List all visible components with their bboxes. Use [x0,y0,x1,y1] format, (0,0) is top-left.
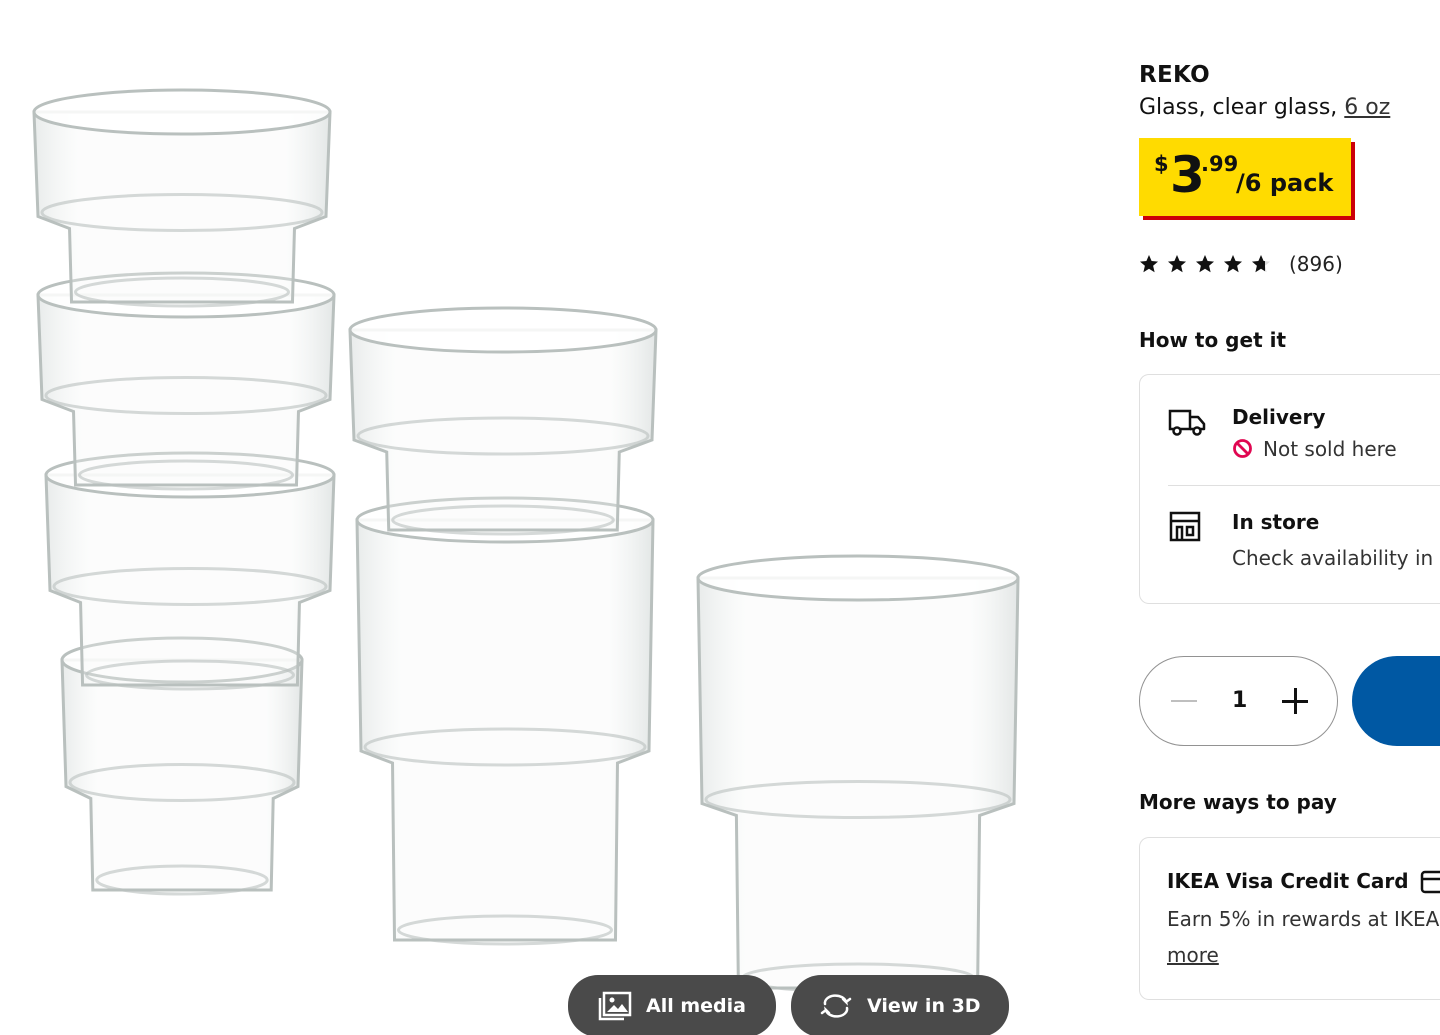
price-unit: /6 pack [1236,169,1334,197]
divider [1168,485,1440,486]
product-info-panel: REKO Glass, clear glass, 6 oz $ 3 .99 /6… [1139,0,1440,1035]
how-to-get-title: How to get it [1139,328,1287,352]
price-decimal: .99 [1201,152,1239,176]
product-description: Glass, clear glass, 6 oz [1139,95,1390,120]
delivery-title: Delivery [1232,405,1326,429]
all-media-button[interactable]: All media [568,975,776,1035]
view-3d-label: View in 3D [867,995,981,1017]
gallery-icon [598,991,632,1021]
in-store-title: In store [1232,510,1320,534]
product-image[interactable]: All media View in 3D [0,0,1100,1035]
review-count: (896) [1289,252,1343,276]
product-description-text: Glass, clear glass, [1139,95,1345,120]
credit-card-title: IKEA Visa Credit Card [1167,869,1409,893]
delivery-status: Not sold here [1232,437,1397,461]
fulfillment-card: Delivery Not sold here In store Check av… [1139,374,1440,604]
increase-quantity-button[interactable] [1282,688,1308,714]
rating[interactable]: (896) [1139,252,1343,276]
store-icon [1169,511,1201,542]
payment-card[interactable]: IKEA Visa Credit Card Earn 5% in rewards… [1139,837,1440,1000]
price-integer: 3 [1170,146,1205,204]
not-available-icon [1233,439,1252,458]
rotate-3d-icon [820,994,852,1018]
glasses-illustration [32,88,1020,994]
decrease-quantity-button[interactable] [1171,700,1197,702]
add-to-bag-button[interactable] [1352,656,1440,746]
rating-stars [1139,254,1279,274]
product-name: REKO [1139,62,1210,88]
size-link[interactable]: 6 oz [1344,95,1390,120]
price-currency: $ [1154,152,1169,176]
star-icon [1196,255,1214,273]
credit-card-icon [1420,870,1440,894]
glass-stack-middle [348,306,658,536]
glass-stack-middle [355,496,655,946]
quantity-value[interactable]: 1 [1232,688,1247,713]
delivery-status-text: Not sold here [1263,437,1397,461]
all-media-label: All media [646,995,746,1017]
quantity-stepper: 1 [1139,656,1338,746]
price-tag: $ 3 .99 /6 pack [1139,138,1351,216]
credit-card-text: Earn 5% in rewards at IKEA [1167,907,1440,931]
glass-stack-left [32,88,332,308]
star-icon [1252,255,1270,273]
view-3d-button[interactable]: View in 3D [791,975,1009,1035]
in-store-status[interactable]: Check availability in [1232,546,1433,570]
glass-single [696,554,1020,994]
star-icon [1168,255,1186,273]
truck-icon [1168,409,1206,436]
star-icon [1140,255,1158,273]
star-icon [1224,255,1242,273]
more-ways-to-pay-title: More ways to pay [1139,790,1337,814]
learn-more-link[interactable]: more [1167,943,1219,967]
